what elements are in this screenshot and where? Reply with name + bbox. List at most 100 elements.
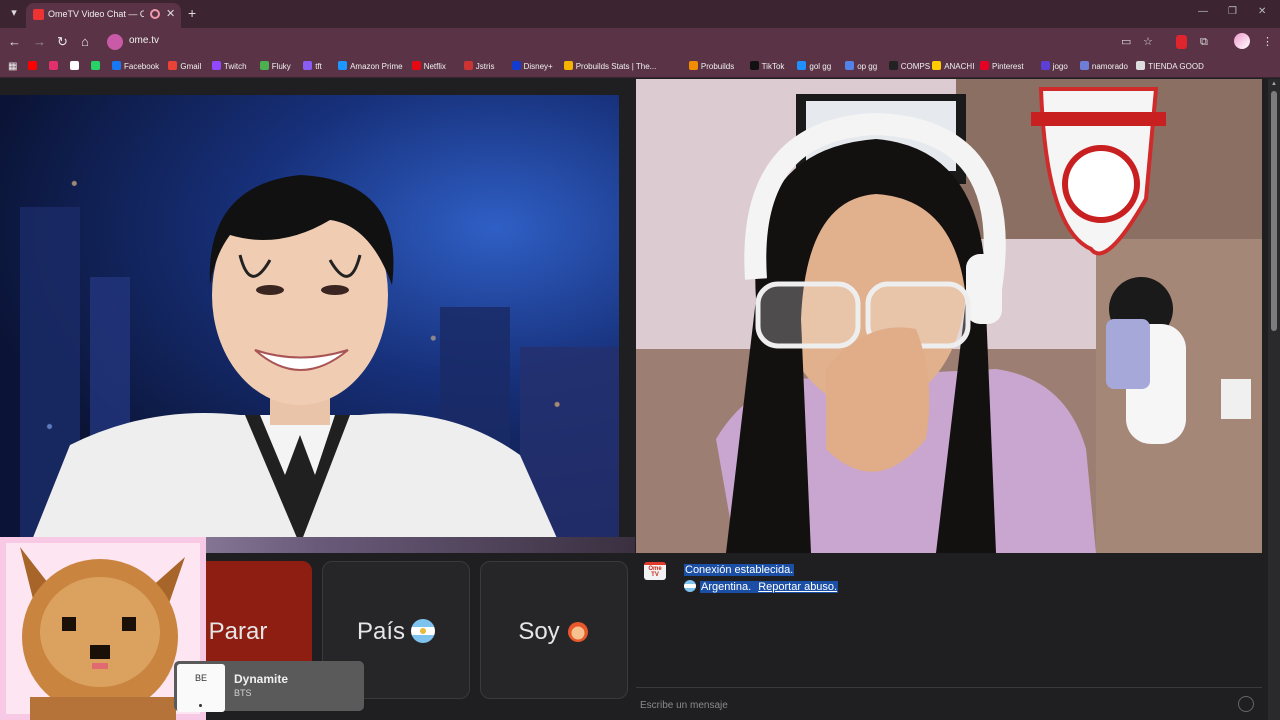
album-art-text: BE <box>194 673 207 683</box>
browser-toolbar: ← → ↻ ⌂ ome.tv ▭ ☆ ⧉ ⋮ <box>0 28 1280 56</box>
bookmark-item[interactable]: Disney+ <box>511 60 553 74</box>
person-jk-image <box>33 175 557 537</box>
bookmark-item[interactable]: TIENDA GOOD <box>1136 60 1204 74</box>
bookmark-item[interactable]: Amazon Prime <box>338 60 403 74</box>
bookmark-favicon-icon <box>1040 61 1050 70</box>
bookmark-item[interactable]: ANACHI <box>932 60 974 74</box>
remote-video <box>636 79 1262 553</box>
bookmark-label: Netflix <box>423 62 446 71</box>
bookmark-item[interactable]: Facebook <box>112 60 159 74</box>
woman-emoji-icon <box>567 622 588 642</box>
country-button-row: País <box>323 618 469 646</box>
bookmark-label: Probuilds Stats | The... <box>575 62 657 71</box>
bookmark-favicon-icon <box>845 61 855 70</box>
bookmark-favicon-icon <box>112 61 121 70</box>
profile-avatar-icon[interactable] <box>1234 33 1250 49</box>
report-abuse-link[interactable]: Reportar abuso. <box>757 581 839 593</box>
scrollbar-thumb[interactable] <box>1271 91 1277 331</box>
bookmark-item[interactable]: Netflix <box>411 60 446 74</box>
bookmark-item[interactable]: Gmail <box>168 60 201 74</box>
home-icon[interactable]: ⌂ <box>81 34 89 50</box>
new-tab-button[interactable]: + <box>188 5 196 21</box>
bookmark-label: Fluky <box>271 62 291 71</box>
bookmark-item[interactable] <box>91 60 103 74</box>
bookmark-favicon-icon <box>1079 61 1089 70</box>
bookmark-label: Probuilds <box>700 62 735 71</box>
bookmark-item[interactable]: Fluky <box>259 60 291 74</box>
site-info-icon[interactable] <box>107 34 123 50</box>
bookmark-label: TIENDA GOOD <box>1148 62 1204 71</box>
page-scrollbar[interactable]: ▲ <box>1268 79 1280 720</box>
bookmark-item[interactable]: TikTok <box>749 60 785 74</box>
bookmark-item[interactable]: jogo <box>1040 60 1068 74</box>
close-window-button[interactable]: ✕ <box>1258 6 1266 17</box>
bookmark-item[interactable]: Twitch <box>211 60 247 74</box>
country-button-label: País <box>356 618 406 645</box>
emoji-icon[interactable] <box>1238 696 1254 712</box>
bookmark-label: Gmail <box>180 62 202 71</box>
restore-button[interactable]: ❐ <box>1228 6 1237 17</box>
recording-icon <box>150 9 160 19</box>
bookmark-item[interactable]: Probuilds <box>688 60 735 74</box>
bookmark-item[interactable]: Jstris <box>463 60 494 74</box>
bookmark-favicon-icon <box>932 61 942 70</box>
bookmark-item[interactable]: namorado <box>1079 60 1128 74</box>
forward-arrow-icon[interactable]: → <box>33 34 46 50</box>
bookmark-favicon-icon <box>70 61 79 70</box>
bookmark-favicon-icon <box>303 61 313 70</box>
cast-icon[interactable]: ▭ <box>1121 35 1131 49</box>
star-icon[interactable]: ☆ <box>1143 35 1153 49</box>
person-remote-image <box>636 79 1262 553</box>
extensions-icon[interactable]: ⧉ <box>1200 35 1208 49</box>
bookmark-label: COMPS <box>900 62 931 71</box>
more-vert-icon[interactable]: ⋮ <box>1262 35 1273 49</box>
back-arrow-icon[interactable]: ← <box>8 34 21 50</box>
bookmark-favicon-icon <box>1136 61 1146 70</box>
bookmark-label: jogo <box>1052 62 1068 71</box>
bookmark-favicon-icon <box>411 61 421 70</box>
bookmark-favicon-icon <box>91 61 100 70</box>
bookmark-item[interactable] <box>70 60 82 74</box>
bookmark-label: ANACHI <box>944 62 975 71</box>
extension-icon[interactable] <box>1176 35 1187 49</box>
bookmark-item[interactable]: Pinterest <box>980 60 1024 74</box>
reload-icon[interactable]: ↻ <box>57 34 68 50</box>
bookmark-label: Disney+ <box>523 62 553 71</box>
message-input[interactable] <box>640 694 1220 716</box>
bookmark-favicon-icon <box>28 61 37 70</box>
bookmark-label: tft <box>315 62 322 71</box>
chat-country-line: Argentina. Reportar abuso. <box>684 580 839 593</box>
bookmark-item[interactable] <box>49 60 61 74</box>
scroll-up-icon[interactable]: ▲ <box>1271 81 1277 87</box>
minimize-button[interactable]: — <box>1198 6 1208 17</box>
bookmark-favicon-icon <box>688 61 698 70</box>
tab-list-icon[interactable]: ▾ <box>6 5 22 21</box>
gender-button[interactable]: Soy <box>480 561 628 699</box>
bookmark-item[interactable]: tft <box>303 60 322 74</box>
argentina-flag-icon <box>684 580 696 592</box>
message-box <box>636 687 1262 720</box>
bookmark-favicon-icon <box>463 61 473 70</box>
bookmark-item[interactable] <box>28 60 40 74</box>
bookmark-favicon-icon <box>511 61 521 70</box>
bookmark-favicon-icon <box>211 61 221 70</box>
bookmark-label: Amazon Prime <box>350 62 403 71</box>
now-playing-card[interactable]: BE Dynamite BTS <box>174 661 364 712</box>
tab-close-icon[interactable]: ✕ <box>166 7 175 20</box>
bookmark-item[interactable]: COMPS <box>888 60 931 74</box>
bookmark-label: TikTok <box>761 62 785 71</box>
url-text[interactable]: ome.tv <box>129 35 159 46</box>
address-bar[interactable]: ome.tv <box>104 31 1166 53</box>
bookmark-favicon-icon <box>563 61 573 70</box>
bookmark-favicon-icon <box>259 61 269 70</box>
local-video <box>0 95 619 537</box>
bookmark-item[interactable]: Probuilds Stats | The... <box>563 60 657 74</box>
bookmark-item[interactable]: gol gg <box>797 60 831 74</box>
bookmark-label: Pinterest <box>992 62 1024 71</box>
tab-ometv[interactable]: OmeTV Video Chat — Omegle ✕ <box>26 3 181 28</box>
ometv-page: ▲ Parar País Soy BE Dynamite BTS Ome TV … <box>0 79 1280 720</box>
bookmark-favicon-icon <box>888 61 898 70</box>
tab-title: OmeTV Video Chat — Omegle <box>48 9 144 19</box>
apps-grid-icon[interactable]: ▦ <box>8 60 17 74</box>
bookmark-item[interactable]: op gg <box>845 60 877 74</box>
